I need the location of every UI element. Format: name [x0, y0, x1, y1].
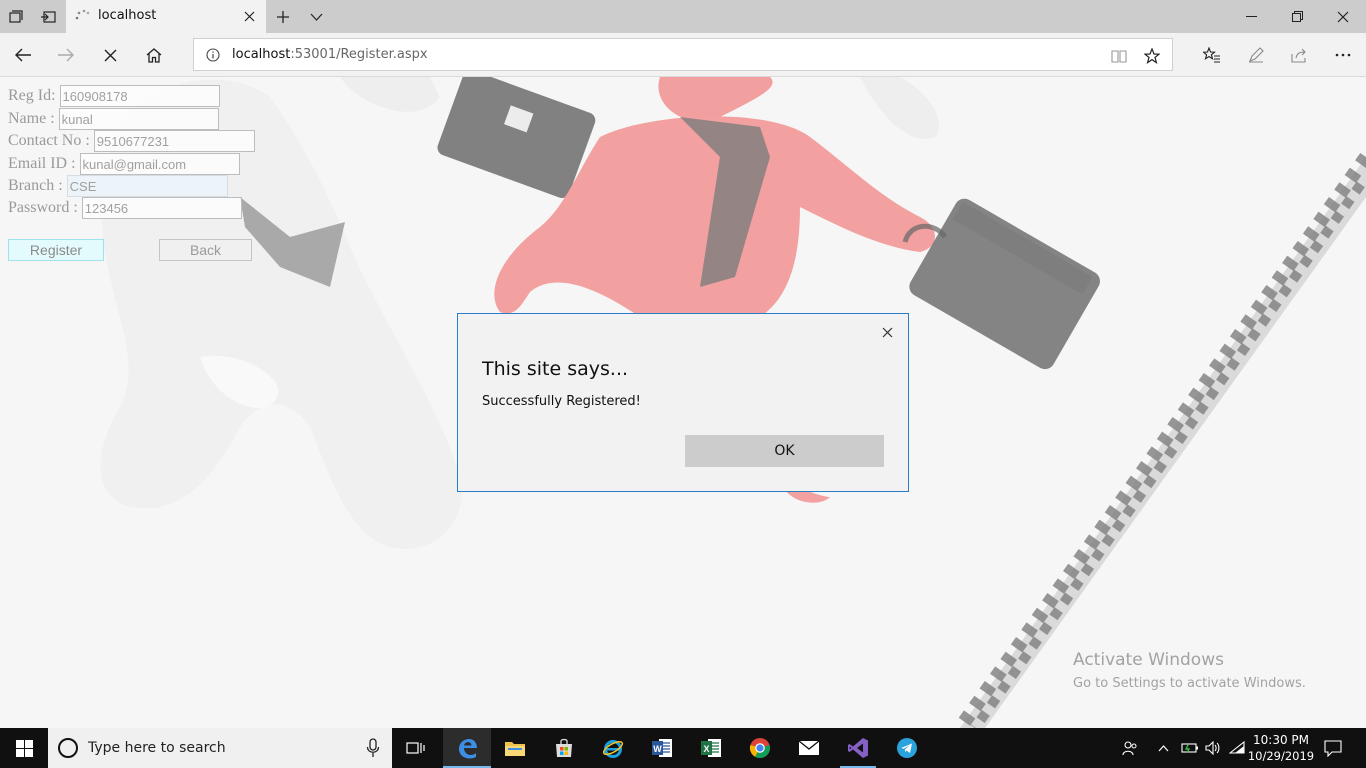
svg-text:W: W — [653, 744, 662, 754]
tab-manager-icon[interactable] — [0, 0, 32, 33]
contact-input[interactable] — [93, 130, 255, 152]
branch-input[interactable] — [66, 175, 228, 197]
favorites-hub-icon[interactable] — [1192, 37, 1232, 73]
show-hidden-icons-chevron-icon[interactable] — [1152, 728, 1174, 768]
restore-button[interactable] — [1274, 0, 1320, 33]
wifi-icon[interactable] — [1226, 728, 1248, 768]
password-input[interactable] — [81, 197, 242, 219]
site-info-icon[interactable] — [206, 48, 220, 62]
chrome-icon[interactable] — [736, 728, 784, 768]
internet-explorer-icon[interactable] — [589, 728, 637, 768]
watermark-title: Activate Windows — [1073, 650, 1224, 670]
password-label: Password : — [8, 199, 78, 216]
new-tab-button[interactable] — [266, 0, 300, 33]
microphone-icon[interactable] — [366, 738, 380, 758]
web-note-pen-icon[interactable] — [1236, 37, 1276, 73]
file-explorer-icon[interactable] — [491, 728, 539, 768]
volume-icon[interactable] — [1202, 728, 1224, 768]
dialog-close-icon[interactable] — [878, 323, 896, 341]
edge-browser-icon[interactable] — [443, 728, 491, 768]
contact-row: Contact No : — [8, 130, 255, 152]
cortana-icon[interactable] — [58, 738, 78, 758]
ok-button[interactable]: OK — [685, 435, 884, 467]
email-label: Email ID : — [8, 155, 76, 172]
search-placeholder: Type here to search — [88, 740, 226, 756]
close-tab-icon[interactable] — [238, 5, 260, 27]
taskbar-search-box[interactable]: Type here to search — [48, 728, 392, 768]
url-host: localhost — [232, 47, 291, 62]
dialog-message: Successfully Registered! — [482, 394, 641, 409]
reg-id-row: Reg Id: — [8, 85, 220, 107]
address-bar[interactable]: localhost:53001/Register.aspx — [193, 38, 1173, 71]
clock-date: 10/29/2019 — [1247, 749, 1315, 763]
name-label: Name : — [8, 110, 55, 127]
activate-windows-watermark: Activate Windows Go to Settings to activ… — [1073, 650, 1306, 691]
reading-view-icon[interactable] — [1108, 45, 1130, 67]
reg-id-label: Reg Id: — [8, 87, 56, 104]
forward-arrow-icon[interactable] — [46, 37, 86, 73]
battery-icon[interactable] — [1178, 728, 1202, 768]
branch-row: Branch : — [8, 175, 228, 197]
tab-preview-chevron-icon[interactable] — [300, 0, 332, 33]
watermark-subtitle: Go to Settings to activate Windows. — [1073, 676, 1306, 691]
alert-dialog: This site says... Successfully Registere… — [457, 313, 909, 492]
name-input[interactable] — [58, 108, 219, 130]
mail-icon[interactable] — [785, 728, 833, 768]
url-path: :53001/Register.aspx — [290, 47, 428, 62]
browser-nav-bar: localhost:53001/Register.aspx — [0, 33, 1366, 77]
name-row: Name : — [8, 108, 219, 130]
task-view-icon[interactable] — [392, 728, 440, 768]
url-text[interactable]: localhost:53001/Register.aspx — [232, 47, 428, 62]
microsoft-store-icon[interactable] — [540, 728, 588, 768]
svg-text:X: X — [703, 744, 709, 754]
excel-icon[interactable]: X — [687, 728, 735, 768]
minimize-button[interactable] — [1228, 0, 1274, 33]
reg-id-input[interactable] — [59, 85, 220, 107]
tab-title: localhost — [98, 8, 157, 23]
system-clock[interactable]: 10:30 PM 10/29/2019 — [1247, 732, 1315, 764]
loading-spinner-icon — [75, 9, 90, 20]
browser-tab-bar: localhost — [0, 0, 1366, 33]
set-tabs-aside-icon[interactable] — [32, 0, 64, 33]
action-center-icon[interactable] — [1318, 728, 1348, 768]
windows-taskbar: Type here to search W X 10:30 PM 10/29/2… — [0, 728, 1366, 768]
email-row: Email ID : — [8, 153, 240, 175]
password-row: Password : — [8, 197, 242, 219]
home-icon[interactable] — [134, 37, 174, 73]
close-window-button[interactable] — [1320, 0, 1366, 33]
branch-label: Branch : — [8, 177, 63, 194]
clock-time: 10:30 PM — [1253, 733, 1309, 747]
dialog-title: This site says... — [482, 358, 629, 380]
more-menu-icon[interactable] — [1323, 37, 1363, 73]
back-arrow-icon[interactable] — [3, 37, 43, 73]
word-icon[interactable]: W — [638, 728, 686, 768]
contact-label: Contact No : — [8, 132, 90, 149]
back-button[interactable]: Back — [159, 239, 252, 261]
stop-loading-icon[interactable] — [90, 37, 130, 73]
visual-studio-icon[interactable] — [834, 728, 882, 768]
tab-localhost[interactable]: localhost — [66, 0, 266, 33]
telegram-icon[interactable] — [883, 728, 931, 768]
favorite-star-icon[interactable] — [1141, 45, 1163, 67]
share-icon[interactable] — [1279, 37, 1319, 73]
people-icon[interactable] — [1116, 728, 1144, 768]
register-button[interactable]: Register — [8, 239, 104, 261]
email-input[interactable] — [79, 153, 240, 175]
start-windows-icon[interactable] — [0, 728, 48, 768]
